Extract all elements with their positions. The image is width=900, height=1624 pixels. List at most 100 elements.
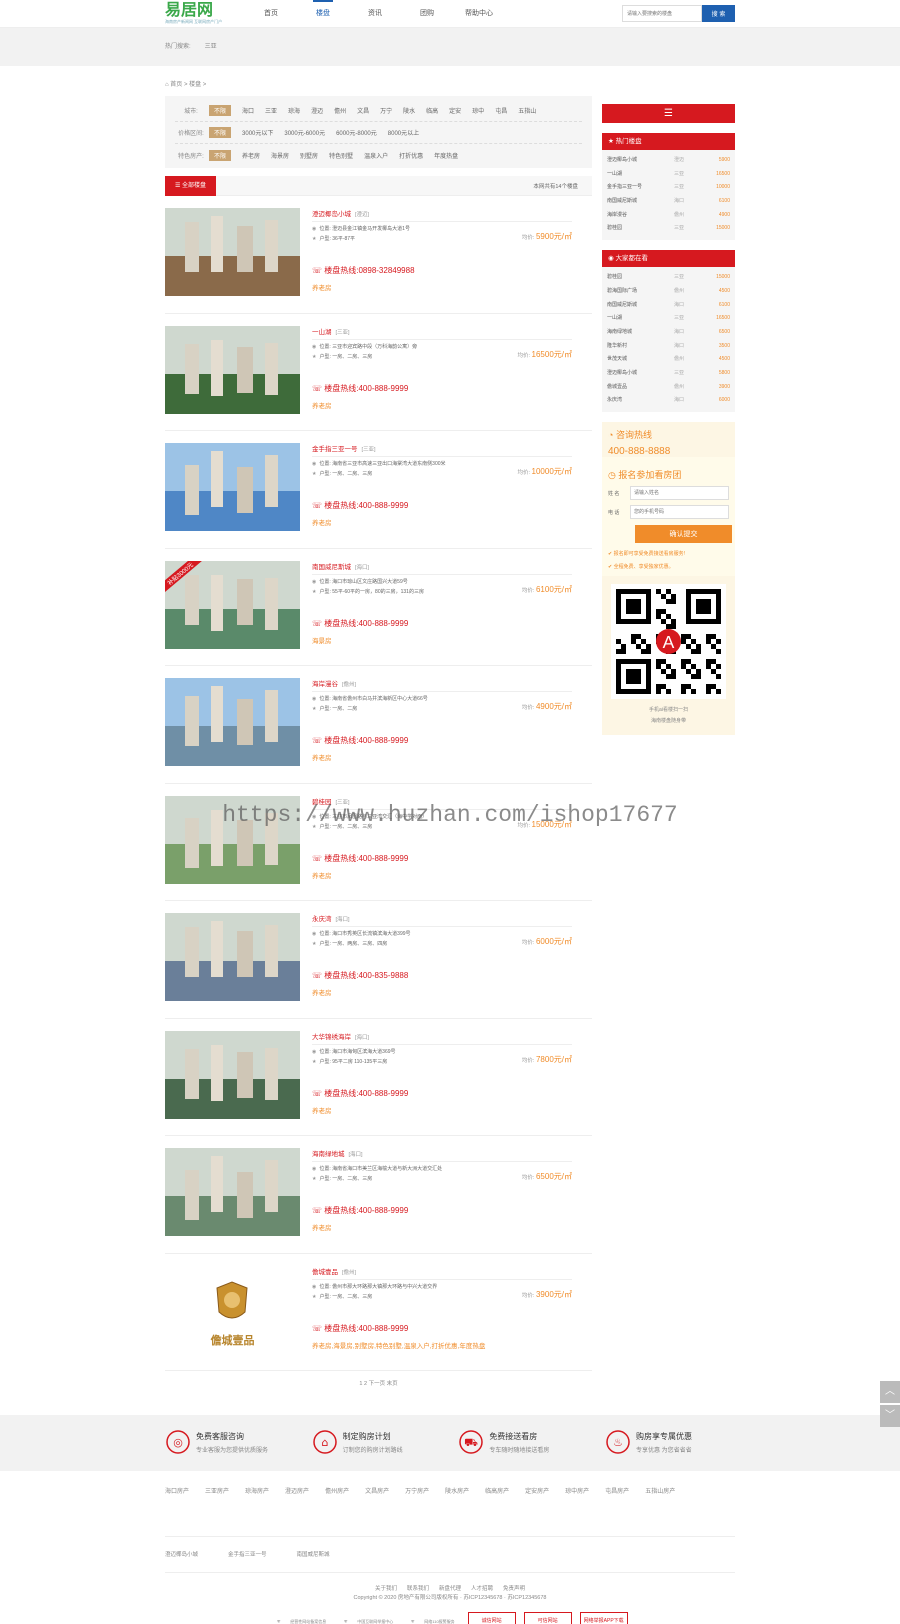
view-item[interactable]: 永庆湾 海口 6000 [602,394,735,408]
view-item[interactable]: 隆华新村 海口 3500 [602,340,735,354]
loupan-image[interactable] [165,913,300,1001]
hot-loupan-item[interactable]: 一山湖 三亚 16500 [602,168,735,182]
filter-option[interactable]: 定安 [449,106,461,115]
city-link[interactable]: 琼海房产 [245,1489,269,1495]
filter-option[interactable]: 年度热盘 [434,151,458,160]
loupan-title[interactable]: 南国威尼斯城 [312,564,351,571]
footer-link[interactable]: 关于我们 [375,1586,397,1592]
item-name[interactable]: 隆华新村 [607,340,674,354]
loupan-title[interactable]: 大华锦绣海岸 [312,1034,351,1041]
item-name[interactable]: 碧海国际广场 [607,285,674,299]
loupan-title[interactable]: 金手指三亚一号 [312,446,358,453]
filter-option[interactable]: 琼海 [288,106,300,115]
city-link[interactable]: 儋州房产 [325,1489,349,1495]
item-name[interactable]: 儋城壹品 [607,381,674,395]
filter-option[interactable]: 3000元以下 [242,128,273,137]
city-link[interactable]: 临高房产 [485,1489,509,1495]
city-link[interactable]: 文昌房产 [365,1489,389,1495]
city-link[interactable]: 陵水房产 [445,1489,469,1495]
item-name[interactable]: 碧桂园 [607,222,674,236]
logo[interactable]: 易居网 海南房产新闻网 互联网房产门户 [165,3,225,25]
loupan-title[interactable]: 儋城壹品 [312,1269,338,1276]
filter-option[interactable]: 五指山 [518,106,536,115]
filter-option[interactable]: 海景房 [271,151,289,160]
loupan-tags[interactable]: 养老房 [312,752,572,762]
filter-option[interactable]: 3000元-6000元 [284,128,325,137]
loupan-image[interactable]: 补贴3000元 [165,560,300,649]
city-link[interactable]: 屯昌房产 [605,1489,629,1495]
filter-option[interactable]: 临高 [426,106,438,115]
view-item[interactable]: 世茂天城 儋州 4500 [602,353,735,367]
loupan-tags[interactable]: 养老房 [312,1105,572,1115]
nav-news[interactable]: 资讯 [349,0,401,28]
hot-search-item[interactable]: 三亚 [205,44,217,50]
item-name[interactable]: 海岸漫谷 [607,209,674,223]
filter-option[interactable]: 8000元以上 [388,128,419,137]
loupan-image[interactable]: 儋城壹品 [165,1265,300,1354]
item-name[interactable]: 金手指三亚一号 [607,181,674,195]
footer-badge[interactable]: ⛨ 经营性网站备案信息 [272,1611,331,1624]
loupan-title[interactable]: 一山湖 [312,329,332,336]
hot-loupan-item[interactable]: 海岸漫谷 儋州 4900 [602,209,735,223]
footer-link[interactable]: 免责声明 [503,1586,525,1592]
pagination[interactable]: 1 2 下一页 末页 [165,1371,592,1397]
filter-option-all[interactable]: 不限 [209,105,232,116]
loupan-name[interactable]: 永庆湾 [海口] [312,913,572,927]
filter-option-all[interactable]: 不限 [209,149,232,161]
footer-link[interactable]: 新盘代理 [439,1586,461,1592]
city-link[interactable]: 万宁房产 [405,1489,429,1495]
loupan-tags[interactable]: 养老房 [312,1222,572,1232]
filter-option[interactable]: 海口 [242,106,254,115]
loupan-title[interactable]: 澄迈椰岛小城 [312,211,351,218]
scroll-up-button[interactable]: ︿ [880,1381,900,1403]
view-item[interactable]: 南国威尼斯城 海口 6100 [602,299,735,313]
hot-loupan-item[interactable]: 澄迈椰岛小城 澄迈 5900 [602,154,735,168]
footer-badge[interactable]: ⛨ 网络110报警服务 [406,1611,459,1624]
loupan-name[interactable]: 一山湖 [三亚] [312,326,572,340]
loupan-image[interactable] [165,208,300,296]
city-link[interactable]: 定安房产 [525,1489,549,1495]
loupan-title[interactable]: 永庆湾 [312,916,332,923]
view-item[interactable]: 海南绿地城 海口 6500 [602,326,735,340]
submit-button[interactable]: 确认提交 [635,525,732,543]
nav-help[interactable]: 帮助中心 [453,0,505,28]
filter-option[interactable]: 陵水 [403,106,415,115]
filter-option[interactable]: 三亚 [265,106,277,115]
search-button[interactable]: 搜 索 [702,5,735,22]
filter-option-all[interactable]: 不限 [209,127,232,138]
view-item[interactable]: 碧桂园 三亚 15000 [602,271,735,285]
loupan-tags[interactable]: 养老房 [312,400,572,410]
footer-link[interactable]: 人才招聘 [471,1586,493,1592]
filter-option[interactable]: 澄迈 [311,106,323,115]
view-item[interactable]: 澄迈椰岛小城 三亚 5800 [602,367,735,381]
item-name[interactable]: 一山湖 [607,168,674,182]
filter-option[interactable]: 屯昌 [495,106,507,115]
loupan-image[interactable] [165,1148,300,1236]
city-link[interactable]: 五指山房产 [645,1489,675,1495]
scroll-down-button[interactable]: ﹀ [880,1405,900,1427]
view-item[interactable]: 碧海国际广场 儋州 4500 [602,285,735,299]
breadcrumb-text[interactable]: 首页 > 楼盘 > [170,82,206,88]
nav-loupan[interactable]: 楼盘 [297,0,349,28]
loupan-name[interactable]: 南国威尼斯城 [海口] [312,561,572,575]
item-name[interactable]: 世茂天城 [607,353,674,367]
feature-item[interactable]: ♨ 购房享专属优惠 专享优惠 为您省省省 [605,1429,735,1455]
city-link[interactable]: 三亚房产 [205,1489,229,1495]
loupan-title[interactable]: 海南绿地城 [312,1151,345,1158]
friend-link[interactable]: 南国威尼斯城 [297,1552,330,1558]
loupan-tags[interactable]: 养老房 [312,987,572,997]
loupan-image[interactable] [165,325,300,414]
footer-badge[interactable]: 诚信网站 [467,1611,516,1624]
filter-option[interactable]: 打折优惠 [399,151,423,160]
loupan-tags[interactable]: 养老房 [312,282,572,292]
search-input[interactable] [622,5,702,22]
loupan-image[interactable] [165,678,300,766]
city-link[interactable]: 海口房产 [165,1489,189,1495]
filter-option[interactable]: 养老房 [242,151,260,160]
nav-home[interactable]: 首页 [245,0,297,28]
tab-all-loupan[interactable]: ☰ 全部楼盘 [165,175,217,196]
loupan-name[interactable]: 大华锦绣海岸 [海口] [312,1031,572,1045]
loupan-image[interactable] [165,1030,300,1119]
loupan-name[interactable]: 金手指三亚一号 [三亚] [312,443,572,457]
hot-loupan-item[interactable]: 金手指三亚一号 三亚 10000 [602,181,735,195]
